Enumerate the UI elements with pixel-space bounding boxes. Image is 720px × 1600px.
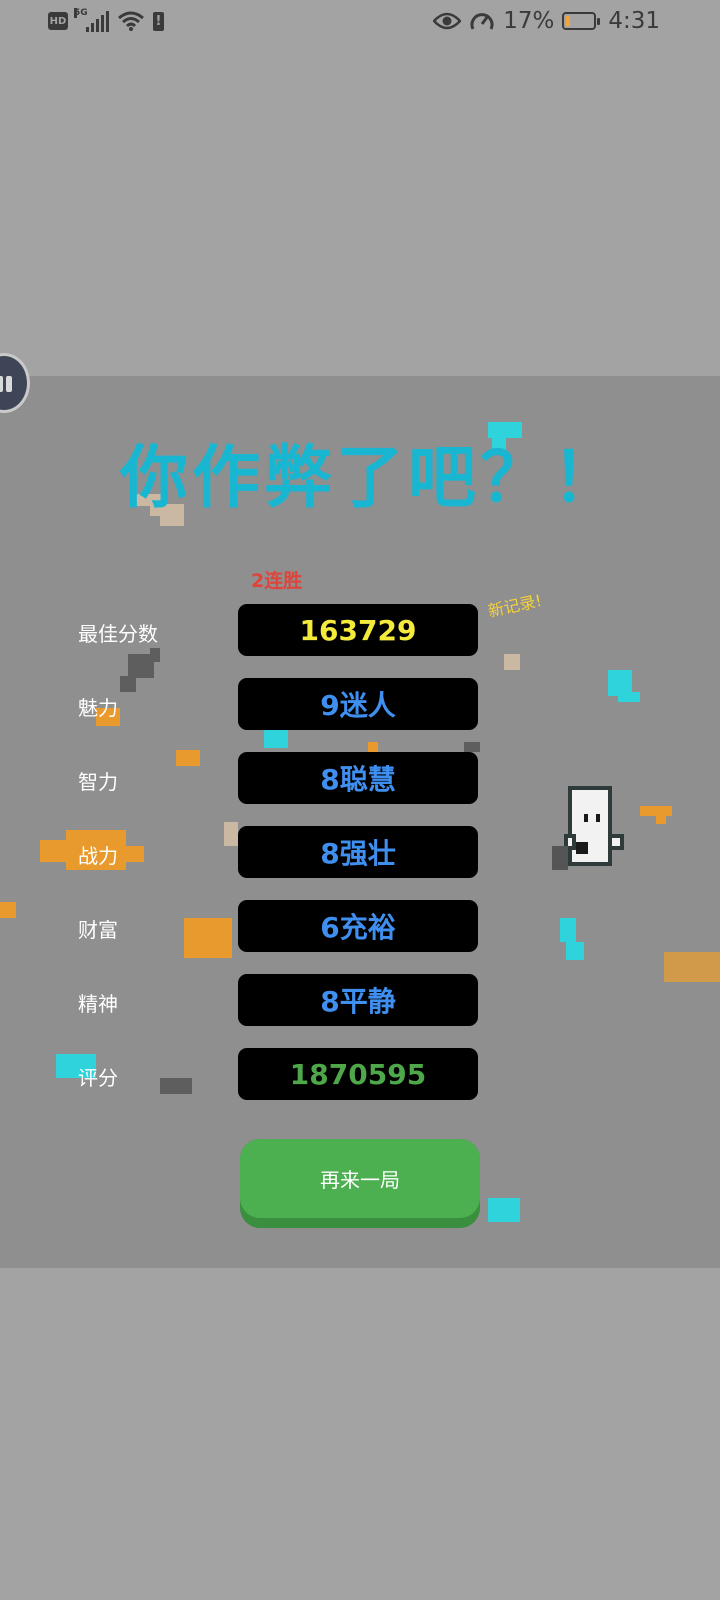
eye-icon: [433, 12, 462, 30]
stat-label-strength: 战力: [78, 844, 118, 868]
pixel-character: [552, 786, 624, 870]
play-again-label: 再来一局: [240, 1139, 480, 1218]
stat-value-spirit: 8平静: [238, 974, 478, 1026]
stat-label-wealth: 财富: [78, 918, 118, 942]
stat-value-best-score: 163729: [238, 604, 478, 656]
stat-value-strength: 8强壮: [238, 826, 478, 878]
wifi-icon: [118, 11, 144, 31]
clock: 4:31: [608, 8, 660, 34]
stat-label-best-score: 最佳分数: [78, 622, 158, 646]
status-bar: HD 5G ! 17% 4:31: [0, 0, 720, 46]
stat-label-intelligence: 智力: [78, 770, 118, 794]
stat-value-rating: 1870595: [238, 1048, 478, 1100]
stat-value-intelligence: 8聪慧: [238, 752, 478, 804]
stat-value-wealth: 6充裕: [238, 900, 478, 952]
hd-icon: HD: [48, 12, 68, 30]
game-over-title: 你作弊了吧？！: [120, 439, 625, 518]
status-left: HD 5G !: [48, 8, 164, 32]
battery-percent: 17%: [503, 8, 555, 34]
stat-label-spirit: 精神: [78, 992, 118, 1016]
status-right: 17% 4:31: [433, 8, 660, 34]
battery-level-fill: [566, 16, 571, 26]
stat-value-charm: 9迷人: [238, 678, 478, 730]
stat-label-charm: 魅力: [78, 696, 118, 720]
battery-icon: [562, 12, 601, 30]
cell-signal-icon: 5G: [74, 8, 109, 32]
network-type-label: 5G: [74, 8, 88, 18]
stat-label-rating: 评分: [78, 1066, 118, 1090]
win-streak-label: 2连胜: [251, 570, 303, 592]
speedometer-icon: [470, 13, 494, 30]
play-again-button[interactable]: 再来一局: [240, 1139, 480, 1228]
battery-alert-icon: !: [153, 11, 164, 31]
